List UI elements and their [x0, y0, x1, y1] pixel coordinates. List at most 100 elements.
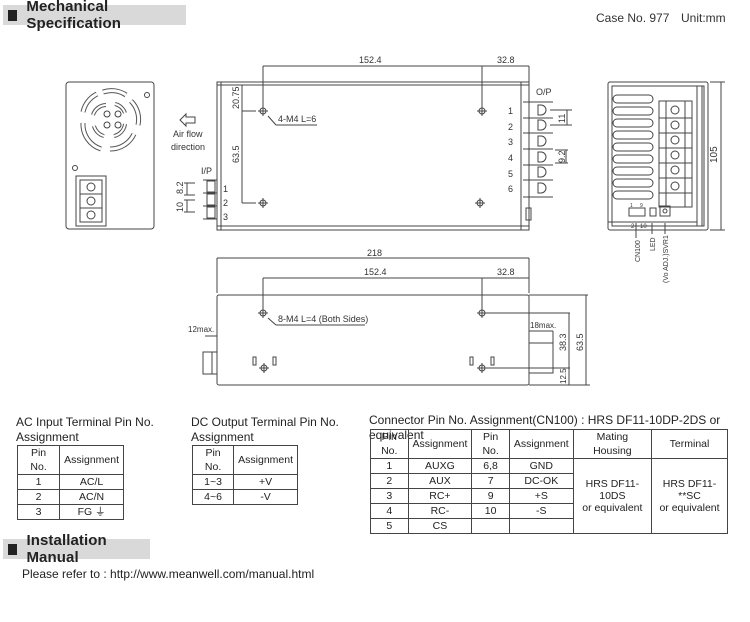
screw-hole-icon	[477, 308, 487, 318]
cn-pin-10: 10	[640, 224, 647, 230]
housing-line1: HRS DF11-10DS	[585, 478, 640, 502]
ip-pin-3: 3	[223, 212, 228, 222]
cell: 1~3	[191, 474, 235, 490]
ip-pin-1: 1	[223, 184, 228, 194]
header-pin-no: Pin No.	[370, 429, 409, 459]
cell: 3	[370, 488, 409, 504]
square-bullet-icon	[8, 543, 18, 555]
dc-title-line2: Assignment	[191, 430, 254, 444]
dc-title-line1: DC Output Terminal Pin No.	[191, 415, 339, 429]
screw-hole-icon	[475, 198, 485, 208]
cell: 6,8	[471, 458, 510, 474]
ip-pin-2: 2	[223, 198, 228, 208]
screw-icon	[144, 92, 150, 98]
airflow-label-line1: Air flow	[173, 129, 203, 139]
right-max-label: 18max.	[530, 321, 556, 330]
cn100-connector-icon	[628, 207, 646, 217]
cell: 2	[16, 489, 61, 505]
cell: 3	[16, 504, 61, 520]
ac-input-table: Pin No. Assignment 1 AC/L 2 AC/N 3 FG ⏚	[16, 445, 124, 520]
cell: 1	[16, 474, 61, 490]
header-pin-no: Pin No.	[16, 445, 61, 475]
op-pin-1: 1	[508, 106, 513, 116]
svr1-label: (Vo ADJ.)SVR1	[663, 235, 670, 283]
ip-dim-8-2: 8.2	[175, 181, 185, 194]
table-header-row: Pin No. Assignment	[16, 445, 124, 475]
screw-hole-icon	[259, 363, 269, 373]
dim-105: 105	[709, 146, 720, 163]
dim-152-top: 152.4	[359, 55, 382, 65]
cell: 1	[370, 458, 409, 474]
dim-32-top: 32.8	[497, 55, 515, 65]
table-header-row: Pin No. Assignment Pin No. Assignment Ma…	[370, 429, 728, 459]
right-view: 1 9 2 10 CN100 LED (Vo ADJ.)SVR1 105	[607, 81, 725, 283]
cn-pin-2: 2	[631, 224, 635, 230]
screw-label-top: 4-M4 L=6	[278, 114, 316, 124]
led-label: LED	[650, 237, 657, 251]
housing-line2: or equivalent	[582, 502, 643, 514]
cell: 9	[471, 488, 510, 504]
dim-38-3: 38.3	[558, 333, 568, 351]
table-row: 4~6 -V	[191, 489, 298, 505]
op-pin-5: 5	[508, 169, 513, 179]
cell: 7	[471, 473, 510, 489]
op-pin-6: 6	[508, 184, 513, 194]
fan-grille-icon	[80, 88, 142, 152]
cell: AUXG	[407, 458, 473, 474]
cell: -V	[233, 489, 298, 505]
table-row: 1~3 +V	[191, 474, 298, 490]
table-row: 3 FG ⏚	[16, 504, 124, 520]
cell: 2	[370, 473, 409, 489]
table-header-row: Pin No. Assignment	[191, 445, 298, 475]
op-pin-2: 2	[508, 122, 513, 132]
section-header-installation: Installation Manual	[3, 532, 150, 566]
ac-terminal-block-icon	[75, 175, 107, 227]
header-pin-no: Pin No.	[191, 445, 235, 475]
op-terminals-icon	[523, 101, 553, 221]
cell: GND	[508, 458, 574, 474]
cn-pin-1: 1	[630, 203, 633, 209]
dim-63-5-top: 63.5	[231, 145, 241, 163]
cn-pin-9: 9	[640, 203, 643, 209]
cell	[508, 518, 574, 534]
ip-dim-10: 10	[175, 202, 185, 212]
dim-218: 218	[367, 248, 382, 258]
cell: +S	[508, 488, 574, 504]
table-row: 2 AC/N	[16, 489, 124, 505]
cell: DC-OK	[508, 473, 574, 489]
screw-hole-icon	[477, 106, 487, 116]
terminal-line2: or equivalent	[659, 502, 720, 514]
screw-hole-icon	[258, 308, 268, 318]
cell: 4	[370, 503, 409, 519]
dc-terminal-block-icon	[658, 100, 693, 208]
airflow-arrow-icon	[179, 112, 196, 128]
installation-link-text[interactable]: Please refer to : http://www.meanwell.co…	[22, 567, 314, 581]
dc-output-table: Pin No. Assignment 1~3 +V 4~6 -V	[191, 445, 298, 505]
header-assignment-2: Assignment	[508, 429, 574, 459]
vent-slots-icon	[612, 94, 654, 200]
cell: AC/L	[59, 474, 124, 490]
mechanical-drawing: Air flow direction 152.4 32.8 4-M4 L=6 2…	[65, 55, 725, 386]
led-icon	[649, 207, 657, 217]
mating-housing-cell: HRS DF11-10DS or equivalent	[572, 458, 653, 534]
header-pin-no-2: Pin No.	[471, 429, 510, 459]
op-dim-11: 11	[557, 114, 567, 123]
side-view: 218 152.4 32.8 8-M4 L=4 (Both Sides) 12m…	[188, 248, 590, 386]
left-max-label: 12max.	[188, 325, 214, 334]
cell: -S	[508, 503, 574, 519]
screw-hole-icon	[258, 198, 268, 208]
screw-hole-icon	[258, 106, 268, 116]
dim-63-5-side: 63.5	[575, 333, 585, 351]
ac-title-line1: AC Input Terminal Pin No.	[16, 415, 154, 429]
header-assignment: Assignment	[59, 445, 124, 475]
header-terminal: Terminal	[651, 429, 728, 459]
op-dim-9-2: 9.2	[557, 150, 567, 163]
table-row: 1 AC/L	[16, 474, 124, 490]
terminal-line1: HRS DF11-**SC	[662, 478, 717, 502]
cell: +V	[233, 474, 298, 490]
cell: AC/N	[59, 489, 124, 505]
ip-terminals-icon	[203, 179, 217, 220]
header-assignment: Assignment	[233, 445, 298, 475]
screw-label-side: 8-M4 L=4 (Both Sides)	[278, 314, 368, 324]
airflow-label-line2: direction	[171, 142, 205, 152]
